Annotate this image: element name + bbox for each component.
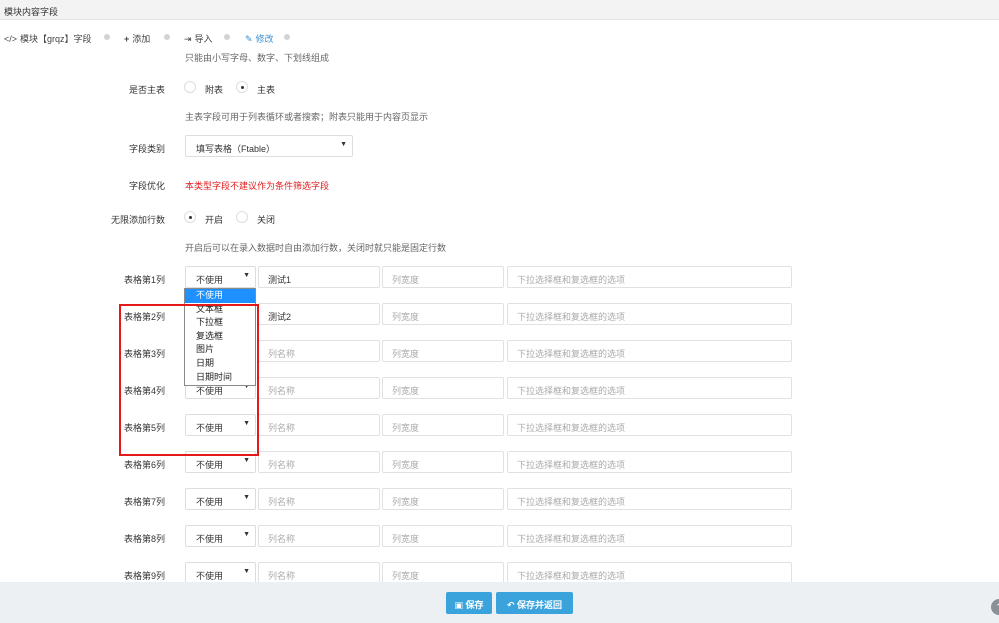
column-width-input[interactable]: 列宽度 xyxy=(382,340,504,362)
save-button[interactable]: ▣ 保存 xyxy=(446,592,492,614)
column-name-input[interactable]: 列名称 xyxy=(258,562,380,582)
column-width-input[interactable]: 列宽度 xyxy=(382,562,504,582)
radio-sub-table-label: 附表 xyxy=(205,85,224,95)
highlight-box xyxy=(119,304,259,456)
chevron-down-icon: ▼ xyxy=(243,568,250,575)
column-name-input[interactable]: 列名称 xyxy=(258,488,380,510)
chevron-down-icon: ▼ xyxy=(243,494,250,501)
dropdown-option[interactable]: 不使用 xyxy=(185,289,255,303)
separator-dot xyxy=(284,34,290,40)
column-options-input[interactable]: 下拉选择框和复选框的选项 xyxy=(507,303,792,325)
radio-rows-on[interactable] xyxy=(184,211,196,223)
is-main-help: 主表字段可用于列表循环或者搜索；附表只能用于内容页显示 xyxy=(185,112,429,122)
column-width-input[interactable]: 列宽度 xyxy=(382,525,504,547)
radio-main-table[interactable] xyxy=(236,81,248,93)
column-options-input[interactable]: 下拉选择框和复选框的选项 xyxy=(507,266,792,288)
window-titlebar: 模块内容字段 xyxy=(0,0,999,20)
column-type-value: 不使用 xyxy=(196,460,224,470)
field-form: 只能由小写字母、数字、下划线组成 是否主表 附表 主表 主表字段可用于列表循环或… xyxy=(0,47,999,582)
import-label: 导入 xyxy=(194,34,213,44)
column-name-input[interactable]: 测试2 xyxy=(258,303,380,325)
return-icon: ↶ xyxy=(506,600,518,610)
save-icon: ▣ xyxy=(454,600,466,610)
column-name-input[interactable]: 列名称 xyxy=(258,340,380,362)
chevron-down-icon: ▼ xyxy=(243,531,250,538)
column-type-value: 不使用 xyxy=(196,497,224,507)
column-type-value: 不使用 xyxy=(196,571,224,581)
add-button[interactable]: + 添加 xyxy=(124,32,150,45)
field-type-value: 填写表格（Ftable） xyxy=(196,144,276,154)
column-width-input[interactable]: 列宽度 xyxy=(382,451,504,473)
column-type-select[interactable]: 不使用 ▼ xyxy=(185,562,256,582)
column-type-select[interactable]: 不使用 ▼ xyxy=(185,266,256,288)
import-button[interactable]: ⇥ 导入 xyxy=(184,32,213,45)
field-type-select[interactable]: 填写表格（Ftable） ▼ xyxy=(185,135,353,157)
module-fields-link[interactable]: </> 模块【grqz】字段 xyxy=(4,32,92,45)
edit-label: 修改 xyxy=(255,34,274,44)
column-options-input[interactable]: 下拉选择框和复选框的选项 xyxy=(507,525,792,547)
column-options-input[interactable]: 下拉选择框和复选框的选项 xyxy=(507,340,792,362)
field-opt-warning: 本类型字段不建议作为条件筛选字段 xyxy=(185,181,330,191)
column-label: 表格第6列 xyxy=(123,460,165,470)
save-return-label: 保存并返回 xyxy=(517,600,563,610)
separator-dot xyxy=(164,34,170,40)
column-name-input[interactable]: 列名称 xyxy=(258,377,380,399)
is-main-label: 是否主表 xyxy=(128,85,165,95)
radio-rows-off-label: 关闭 xyxy=(257,215,276,225)
edit-icon: ✎ xyxy=(245,34,253,44)
column-label: 表格第9列 xyxy=(123,571,165,581)
column-name-input[interactable]: 列名称 xyxy=(258,414,380,436)
column-width-input[interactable]: 列宽度 xyxy=(382,414,504,436)
column-type-value: 不使用 xyxy=(196,534,224,544)
toolbar: </> 模块【grqz】字段 + 添加 ⇥ 导入 ✎ 修改 xyxy=(0,27,999,47)
column-options-input[interactable]: 下拉选择框和复选框的选项 xyxy=(507,451,792,473)
column-width-input[interactable]: 列宽度 xyxy=(382,266,504,288)
unlimited-rows-label: 无限添加行数 xyxy=(110,215,165,225)
column-label: 表格第8列 xyxy=(123,534,165,544)
column-options-input[interactable]: 下拉选择框和复选框的选项 xyxy=(507,562,792,582)
column-width-input[interactable]: 列宽度 xyxy=(382,303,504,325)
column-type-select[interactable]: 不使用 ▼ xyxy=(185,488,256,510)
column-options-input[interactable]: 下拉选择框和复选框的选项 xyxy=(507,488,792,510)
column-label: 表格第1列 xyxy=(123,275,165,285)
plus-icon: + xyxy=(124,34,130,44)
chevron-down-icon: ▼ xyxy=(243,272,250,279)
module-fields-label: 模块【grqz】字段 xyxy=(20,34,92,44)
column-name-input[interactable]: 列名称 xyxy=(258,525,380,547)
window-title: 模块内容字段 xyxy=(4,7,59,17)
edit-tab[interactable]: ✎ 修改 xyxy=(245,32,274,45)
chevron-down-icon: ▼ xyxy=(243,457,250,464)
column-options-input[interactable]: 下拉选择框和复选框的选项 xyxy=(507,414,792,436)
column-name-input[interactable]: 列名称 xyxy=(258,451,380,473)
save-return-button[interactable]: ↶ 保存并返回 xyxy=(496,592,573,614)
separator-dot xyxy=(224,34,230,40)
column-width-input[interactable]: 列宽度 xyxy=(382,377,504,399)
column-type-select[interactable]: 不使用 ▼ xyxy=(185,525,256,547)
column-options-input[interactable]: 下拉选择框和复选框的选项 xyxy=(507,377,792,399)
radio-rows-on-label: 开启 xyxy=(205,215,224,225)
column-label: 表格第7列 xyxy=(123,497,165,507)
field-type-label: 字段类别 xyxy=(128,144,165,154)
separator-dot xyxy=(104,34,110,40)
field-name-help: 只能由小写字母、数字、下划线组成 xyxy=(185,53,330,63)
column-name-input[interactable]: 测试1 xyxy=(258,266,380,288)
field-opt-label: 字段优化 xyxy=(128,181,165,191)
chevron-down-icon: ▼ xyxy=(340,141,347,148)
import-icon: ⇥ xyxy=(184,34,192,44)
add-label: 添加 xyxy=(132,34,151,44)
unlimited-rows-help: 开启后可以在录入数据时自由添加行数，关闭时就只能是固定行数 xyxy=(185,243,447,253)
column-type-value: 不使用 xyxy=(196,275,224,285)
footer-bar: ▣ 保存 ↶ 保存并返回 xyxy=(0,582,999,623)
column-width-input[interactable]: 列宽度 xyxy=(382,488,504,510)
radio-rows-off[interactable] xyxy=(236,211,248,223)
radio-sub-table[interactable] xyxy=(184,81,196,93)
save-label: 保存 xyxy=(465,600,484,610)
code-icon: </> xyxy=(4,34,18,44)
radio-main-table-label: 主表 xyxy=(257,85,276,95)
